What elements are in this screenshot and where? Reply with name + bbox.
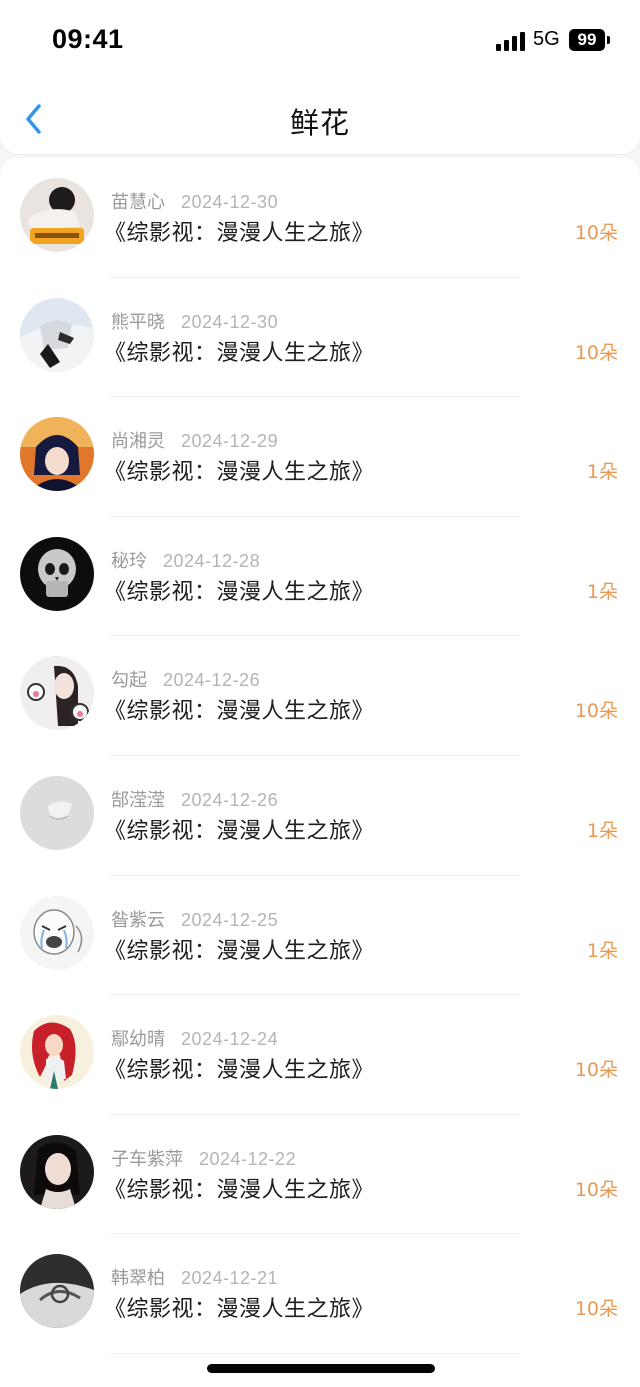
list-item[interactable]: 郜滢滢 2024-12-26 《综影视：漫漫人生之旅》 1朵 <box>0 756 640 876</box>
list-item[interactable]: 鄢幼晴 2024-12-24 《综影视：漫漫人生之旅》 10朵 <box>0 995 640 1115</box>
gift-date: 2024-12-22 <box>199 1148 297 1169</box>
flower-count: 10朵 <box>574 1059 618 1082</box>
work-title: 《综影视：漫漫人生之旅》 <box>104 340 375 366</box>
work-title: 《综影视：漫漫人生之旅》 <box>104 938 375 964</box>
gift-date: 2024-12-29 <box>181 431 279 452</box>
avatar <box>20 656 94 731</box>
flower-count: 1朵 <box>586 939 618 962</box>
avatar <box>20 297 94 372</box>
flower-count: 1朵 <box>586 819 618 842</box>
gift-date: 2024-12-28 <box>163 550 261 571</box>
user-name: 勾起 2024-12-26 <box>111 670 261 692</box>
user-name: 子车紫萍 2024-12-22 <box>111 1148 297 1170</box>
flower-count: 10朵 <box>574 700 618 723</box>
flower-count: 10朵 <box>574 1298 618 1321</box>
battery-tip <box>607 36 610 44</box>
user-name: 熊平晓 2024-12-30 <box>111 311 279 333</box>
user-name: 鄢幼晴 2024-12-24 <box>111 1029 279 1051</box>
user-name: 尚湘灵 2024-12-29 <box>111 431 279 453</box>
user-name: 秘玲 2024-12-28 <box>111 550 261 572</box>
flower-count: 10朵 <box>574 1178 618 1201</box>
work-title: 《综影视：漫漫人生之旅》 <box>104 1297 375 1323</box>
user-name: 苗慧心 2024-12-30 <box>111 192 279 213</box>
list-item[interactable]: 尚湘灵 2024-12-29 《综影视：漫漫人生之旅》 1朵 <box>0 397 640 517</box>
nav-bar: 鲜花 <box>0 80 640 154</box>
avatar <box>20 1015 94 1090</box>
work-title: 《综影视：漫漫人生之旅》 <box>104 699 375 725</box>
avatar <box>20 178 94 252</box>
avatar <box>20 1134 94 1209</box>
avatar <box>20 895 94 970</box>
avatar <box>20 536 94 611</box>
avatar <box>20 417 94 492</box>
user-name: 郜滢滢 2024-12-26 <box>111 789 279 811</box>
flower-count: 1朵 <box>586 580 618 603</box>
gift-date: 2024-12-25 <box>181 909 279 930</box>
gift-date: 2024-12-24 <box>181 1029 279 1050</box>
gift-date: 2024-12-30 <box>181 192 279 212</box>
list-item[interactable]: 韩翠柏 2024-12-21 《综影视：漫漫人生之旅》 10朵 <box>0 1234 640 1354</box>
avatar <box>20 1254 94 1329</box>
work-title: 《综影视：漫漫人生之旅》 <box>104 460 375 486</box>
gift-date: 2024-12-21 <box>181 1268 279 1289</box>
list-item[interactable]: 秘玲 2024-12-28 《综影视：漫漫人生之旅》 1朵 <box>0 517 640 637</box>
flower-list: 苗慧心 2024-12-30 《综影视：漫漫人生之旅》 10朵 熊平晓 2024-1… <box>0 158 640 1387</box>
list-item[interactable]: 子车紫萍 2024-12-22 《综影视：漫漫人生之旅》 10朵 <box>0 1115 640 1235</box>
work-title: 《综影视：漫漫人生之旅》 <box>104 579 375 605</box>
flower-count: 10朵 <box>574 222 618 244</box>
list-item[interactable]: 苗慧心 2024-12-30 《综影视：漫漫人生之旅》 10朵 <box>0 158 640 278</box>
list-item[interactable]: 熊平晓 2024-12-30 《综影视：漫漫人生之旅》 10朵 <box>0 278 640 398</box>
work-title: 《综影视：漫漫人生之旅》 <box>104 1177 375 1203</box>
divider <box>110 1352 520 1354</box>
work-title: 《综影视：漫漫人生之旅》 <box>104 818 375 844</box>
gift-date: 2024-12-26 <box>181 789 279 810</box>
status-time: 09:41 <box>52 24 124 54</box>
battery-icon: 99 <box>569 29 605 51</box>
network-label: 5G <box>533 28 560 50</box>
gift-date: 2024-12-30 <box>181 311 279 332</box>
work-title: 《综影视：漫漫人生之旅》 <box>104 1058 375 1084</box>
home-indicator[interactable] <box>207 1364 435 1373</box>
user-name: 昝紫云 2024-12-25 <box>111 909 279 931</box>
flower-count: 10朵 <box>574 341 618 364</box>
status-bar: 09:41 5G 99 <box>0 0 640 80</box>
avatar <box>20 775 94 850</box>
list-item[interactable]: 昝紫云 2024-12-25 《综影视：漫漫人生之旅》 1朵 <box>0 876 640 996</box>
flower-count: 1朵 <box>586 461 618 484</box>
work-title: 《综影视：漫漫人生之旅》 <box>104 221 375 246</box>
signal-icon <box>496 31 526 51</box>
page-title: 鲜花 <box>289 106 350 140</box>
gift-date: 2024-12-26 <box>163 670 261 691</box>
user-name: 韩翠柏 2024-12-21 <box>111 1268 279 1290</box>
list-item[interactable]: 勾起 2024-12-26 《综影视：漫漫人生之旅》 10朵 <box>0 636 640 756</box>
